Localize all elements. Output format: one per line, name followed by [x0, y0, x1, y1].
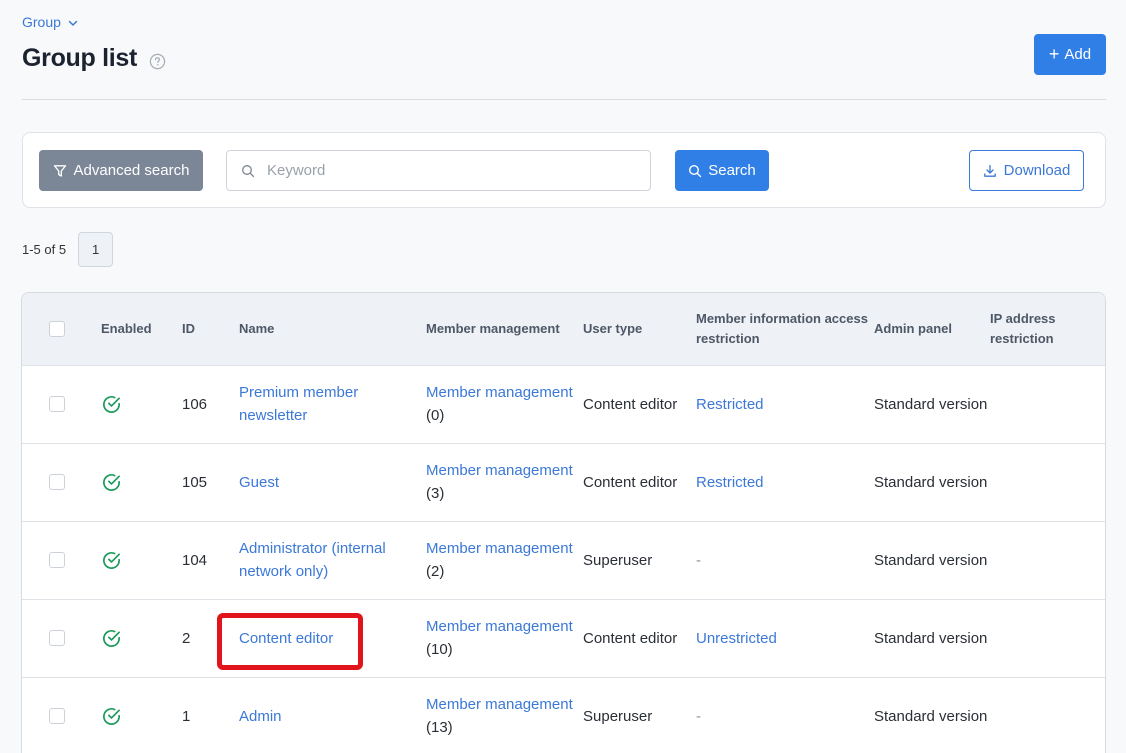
breadcrumb[interactable]: Group — [22, 14, 79, 30]
header-divider — [22, 99, 1106, 100]
cell-ip-restriction — [990, 365, 1105, 443]
member-count: (2) — [426, 563, 445, 580]
add-button-label: Add — [1064, 46, 1092, 63]
group-name-link[interactable]: Admin — [239, 708, 282, 725]
search-button[interactable]: Search — [675, 150, 769, 191]
table-header-row: Enabled ID Name Member management User t… — [22, 293, 1105, 365]
header-name[interactable]: Name — [239, 293, 426, 365]
result-count: 1-5 of 5 — [22, 242, 67, 257]
member-management-link[interactable]: Member management — [426, 540, 573, 557]
group-table: Enabled ID Name Member management User t… — [21, 292, 1106, 753]
cell-id: 106 — [182, 395, 208, 413]
select-all-checkbox[interactable] — [49, 320, 65, 337]
table-row: 1 Admin Member management (13) Superuser… — [22, 677, 1105, 753]
cell-id: 1 — [182, 707, 191, 725]
cell-admin-panel: Standard version — [874, 707, 988, 725]
member-management-link[interactable]: Member management — [426, 696, 573, 713]
plus-icon: + — [1048, 43, 1060, 64]
cell-user-type: Content editor — [583, 629, 678, 647]
table-row: 2 Content editor Member management (10) … — [22, 599, 1105, 677]
check-circle-icon — [103, 395, 120, 413]
cell-ip-restriction — [990, 677, 1105, 753]
restriction-link[interactable]: Restricted — [696, 396, 764, 413]
advanced-search-label: Advanced search — [73, 162, 190, 179]
cell-id: 105 — [182, 473, 208, 491]
member-count: (13) — [426, 719, 453, 737]
add-button[interactable]: + Add — [1034, 34, 1106, 75]
group-name-link[interactable]: Administrator (internal network only) — [239, 540, 386, 580]
table-row: 105 Guest Member management (3) Content … — [22, 443, 1105, 521]
row-checkbox[interactable] — [49, 474, 65, 490]
group-name-link[interactable]: Premium member newsletter — [239, 384, 358, 424]
restriction-link[interactable]: Unrestricted — [696, 630, 777, 647]
cell-user-type: Content editor — [583, 473, 678, 491]
header-ip-restriction: IP address restriction — [990, 310, 1056, 346]
pagination: 1-5 of 5 1 — [22, 232, 114, 267]
member-management-link[interactable]: Member management — [426, 618, 573, 635]
check-circle-icon — [103, 629, 120, 647]
cell-admin-panel: Standard version — [874, 473, 988, 491]
header-member-management: Member management — [426, 320, 560, 336]
search-icon — [689, 164, 702, 177]
restriction-link[interactable]: Restricted — [696, 474, 764, 491]
cell-id: 104 — [182, 551, 208, 569]
member-management-link[interactable]: Member management — [426, 384, 573, 401]
cell-user-type: Superuser — [583, 551, 653, 569]
breadcrumb-label: Group — [22, 14, 61, 30]
check-circle-icon — [103, 551, 120, 569]
page-title: Group list — [22, 44, 138, 72]
download-icon — [983, 164, 996, 177]
row-checkbox[interactable] — [49, 630, 65, 646]
header-member-info-restriction: Member information access restriction — [696, 310, 868, 346]
row-checkbox[interactable] — [49, 708, 65, 725]
search-icon — [242, 164, 255, 177]
cell-user-type: Content editor — [583, 395, 678, 413]
cell-id: 2 — [182, 629, 191, 647]
cell-ip-restriction — [990, 599, 1105, 677]
restriction-value: - — [696, 551, 701, 569]
advanced-search-button[interactable]: Advanced search — [39, 150, 203, 191]
member-count: (3) — [426, 485, 445, 502]
chevron-down-icon — [68, 20, 78, 26]
filter-icon — [53, 164, 66, 177]
download-button[interactable]: Download — [969, 150, 1084, 191]
member-count: (0) — [426, 407, 445, 424]
header-user-type: User type — [583, 320, 643, 336]
cell-admin-panel: Standard version — [874, 629, 988, 647]
page-button-1[interactable]: 1 — [78, 232, 114, 267]
table-row: 104 Administrator (internal network only… — [22, 521, 1105, 599]
group-name-link[interactable]: Content editor — [239, 630, 333, 647]
cell-admin-panel: Standard version — [874, 395, 988, 413]
download-button-label: Download — [1003, 162, 1071, 179]
group-name-link[interactable]: Guest — [239, 474, 279, 491]
header-id[interactable]: ID — [182, 293, 239, 365]
help-circle-icon[interactable] — [149, 53, 166, 70]
keyword-input[interactable] — [267, 162, 637, 179]
cell-ip-restriction — [990, 443, 1105, 521]
row-checkbox[interactable] — [49, 396, 65, 412]
table-row: 106 Premium member newsletter Member man… — [22, 365, 1105, 443]
restriction-value: - — [696, 707, 701, 725]
search-button-label: Search — [708, 162, 756, 179]
cell-admin-panel: Standard version — [874, 551, 988, 569]
row-checkbox[interactable] — [49, 552, 65, 568]
search-panel: Advanced search Search Download — [22, 132, 1106, 208]
cell-user-type: Superuser — [583, 707, 653, 725]
cell-ip-restriction — [990, 521, 1105, 599]
member-count: (10) — [426, 641, 453, 658]
check-circle-icon — [103, 473, 120, 491]
keyword-search-box[interactable] — [226, 150, 651, 191]
check-circle-icon — [103, 707, 120, 725]
header-enabled[interactable]: Enabled — [101, 293, 182, 365]
member-management-link[interactable]: Member management — [426, 462, 573, 479]
header-admin-panel: Admin panel — [874, 320, 953, 336]
